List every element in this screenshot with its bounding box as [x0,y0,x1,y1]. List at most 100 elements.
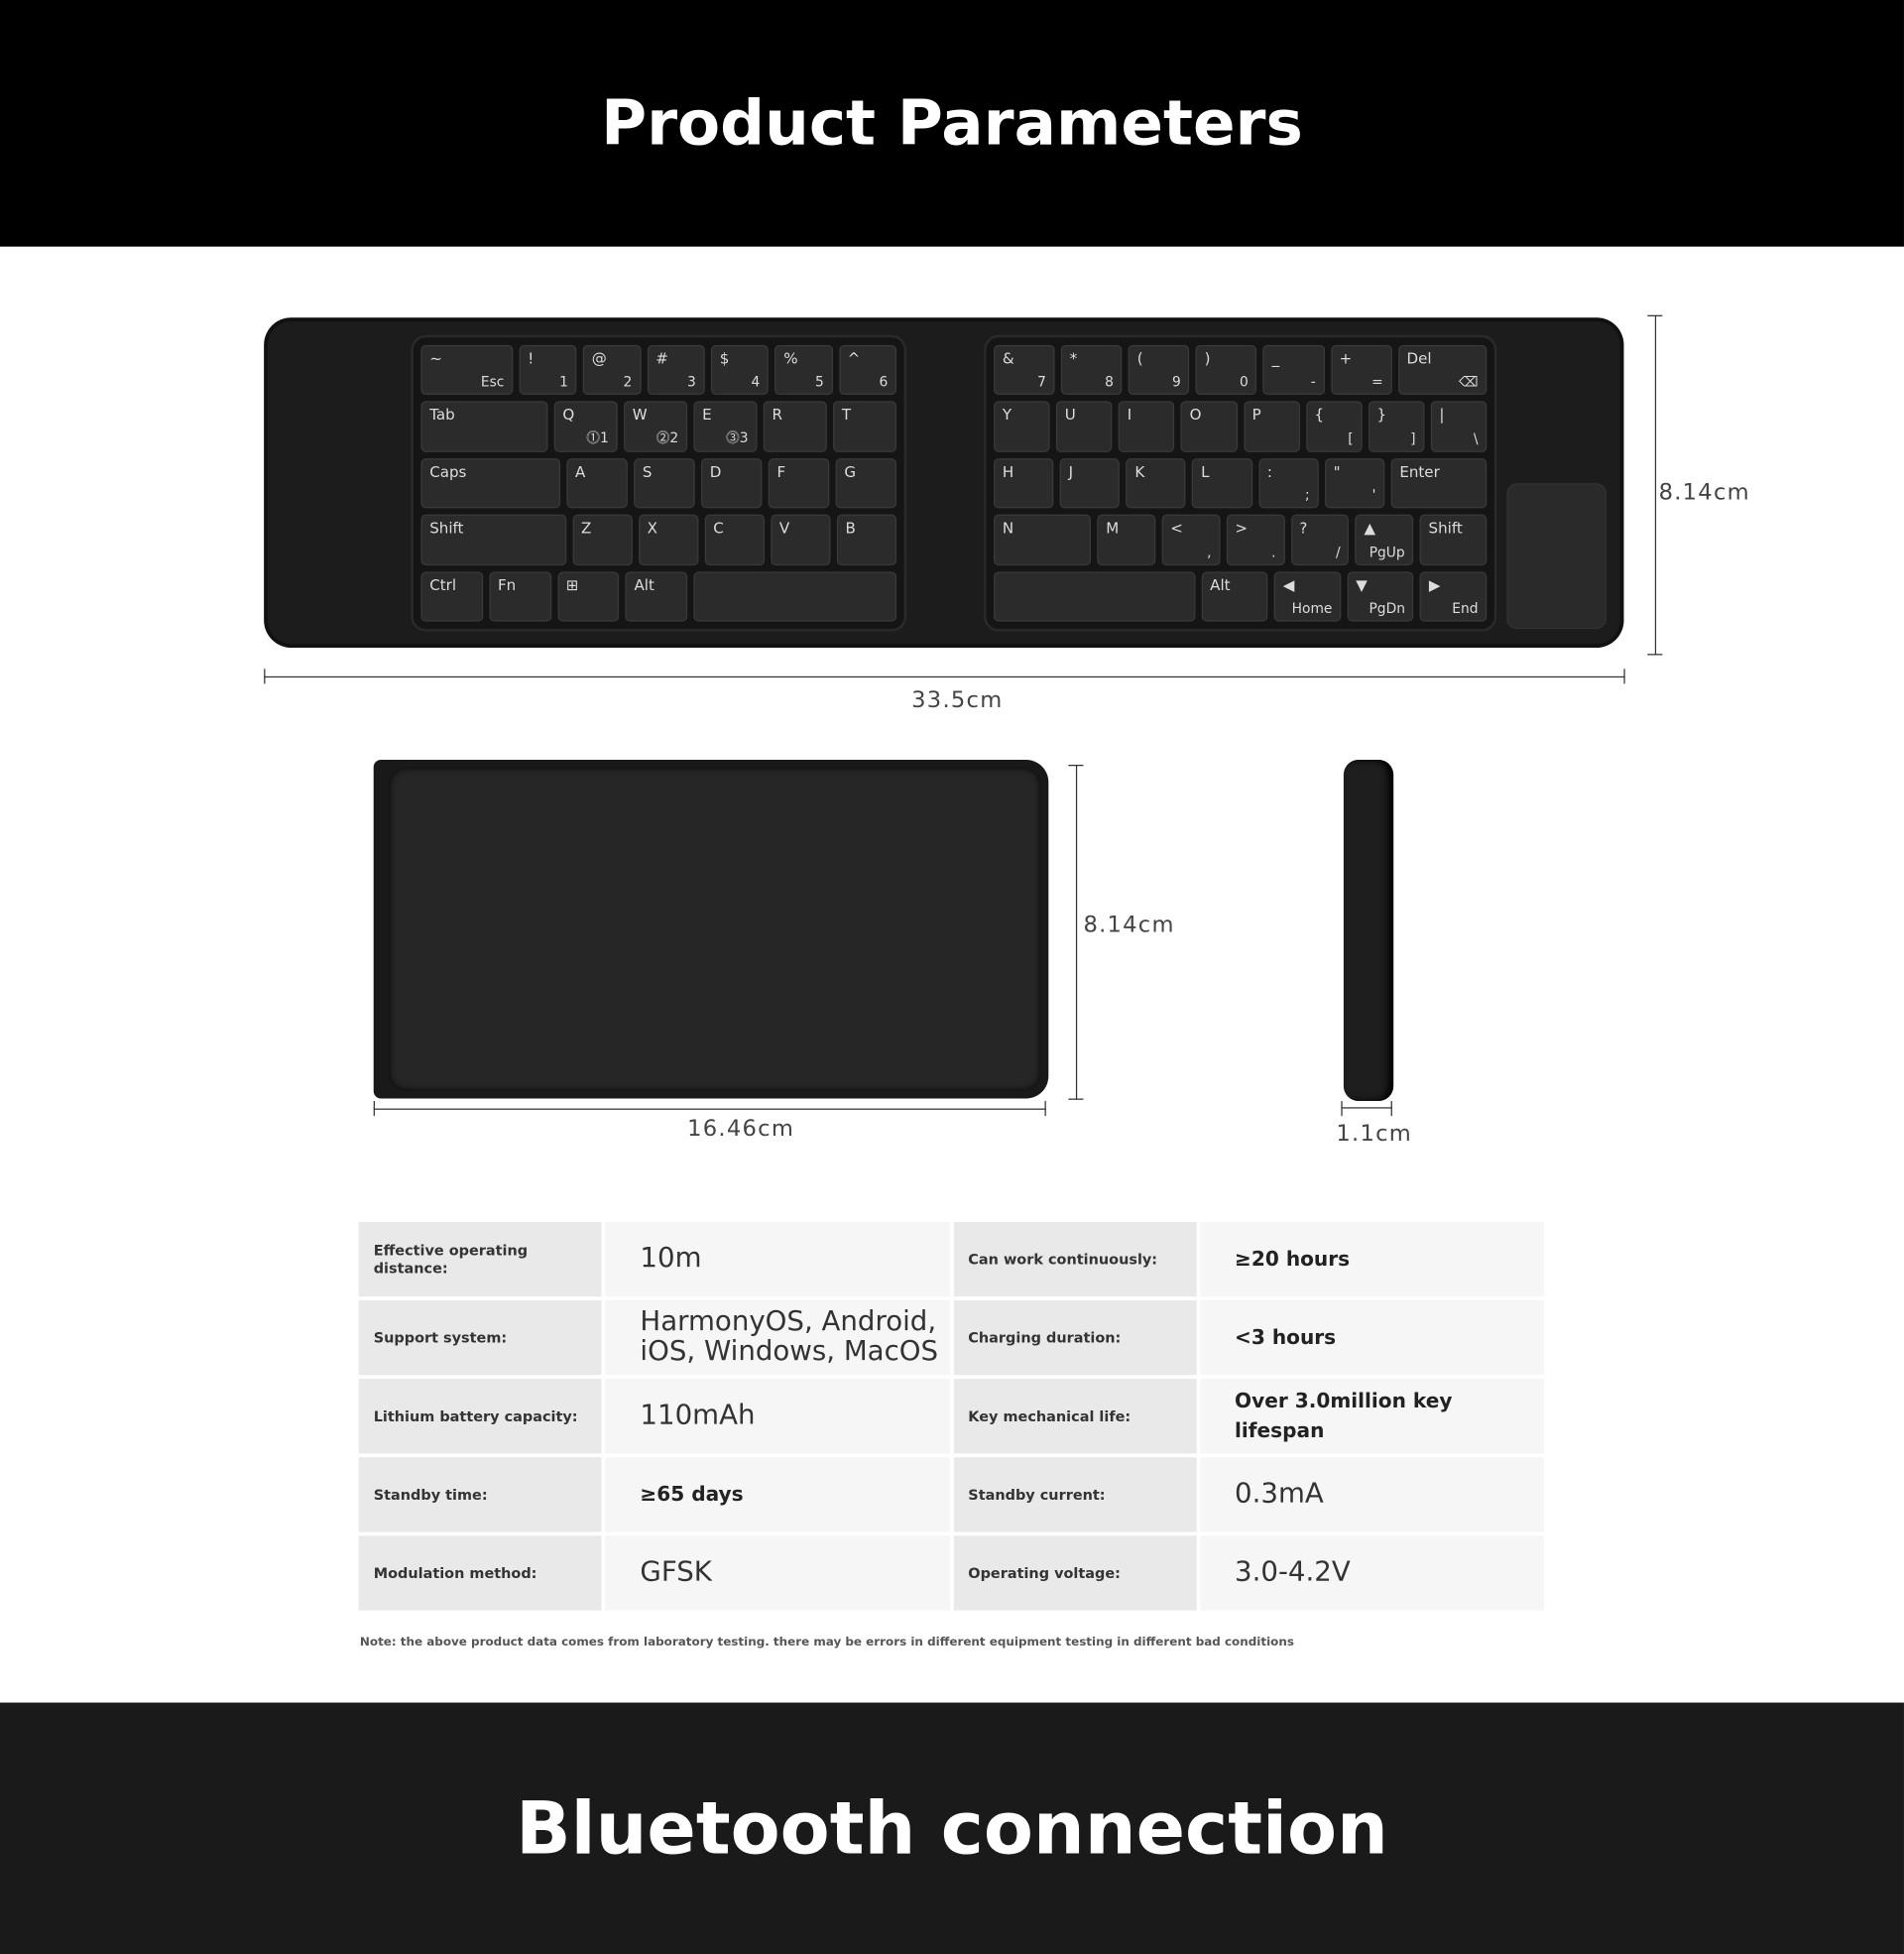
height-dimension-line [1654,314,1657,656]
key-label: O [1189,406,1202,425]
key[interactable]: A [566,457,628,509]
key[interactable]: Alt [625,570,688,622]
key[interactable]: T [833,401,897,452]
key[interactable] [994,570,1196,622]
key[interactable]: :; [1258,457,1319,509]
key[interactable]: I [1118,401,1175,452]
key[interactable]: G [835,457,897,509]
key[interactable]: Del ⌫ [1397,344,1488,396]
spec-label: Modulation method: [358,1535,602,1611]
key[interactable]: ? / [1290,514,1350,565]
spec-label: Standby current: [953,1457,1197,1532]
key[interactable]: B [836,514,897,565]
key[interactable]: Shift [1419,514,1488,565]
dimension-cap [373,1101,375,1117]
key[interactable]: L [1192,457,1252,509]
key[interactable]: ~ Esc [420,344,514,396]
key-label: { [1314,406,1325,425]
folded-height-label: 8.14cm [1083,912,1175,938]
key-label: ▶ [1428,575,1441,594]
key[interactable]: Z [572,514,633,565]
key-label: Shift [1428,519,1463,538]
key[interactable]: Tab [420,401,548,452]
key[interactable]: S [634,457,695,509]
dimension-cap [1647,654,1663,656]
key[interactable]: U [1055,401,1113,452]
key-sublabel: 6 [879,374,889,391]
key[interactable]: Caps [420,457,560,509]
key[interactable]: " ' [1324,457,1385,509]
key-label: D [709,462,722,481]
key[interactable]: | \ [1430,401,1488,452]
key-row: & 7 * 8(9) 0 _ - + = Del ⌫ [994,344,1488,396]
key[interactable]: $4 [710,344,770,396]
key[interactable]: >. [1226,514,1285,565]
key[interactable] [693,570,897,622]
key[interactable]: * 8 [1060,344,1123,396]
dimension-cap [1623,669,1625,684]
key[interactable]: Fn [489,570,551,622]
key[interactable]: & 7 [994,344,1055,396]
key-label: ▼ [1356,575,1368,594]
key[interactable]: #3 [647,344,705,396]
key[interactable]: Y [994,401,1050,452]
key[interactable]: C [704,514,765,565]
key[interactable]: Q ⓵1 [553,401,618,452]
key[interactable]: Ctrl [420,570,483,622]
key[interactable]: % 5 [774,344,833,396]
dimension-cap [1068,764,1084,767]
key[interactable]: ▼ PgDn [1347,570,1414,622]
key[interactable]: F [768,457,830,509]
key[interactable]: ⊞ [556,570,620,622]
key-sublabel: 5 [815,374,824,391]
key[interactable]: ▲ PgUp [1355,514,1414,565]
key[interactable]: _ - [1262,344,1325,396]
keyboard-left-half: ~ Esc! 1 @2 #3 $4% 5 ^ 6 Tab Q ⓵1 W ⓶2 E ⓷3 R T Caps A S D F G S… [411,334,907,632]
key[interactable]: O [1180,401,1238,452]
key[interactable]: ▶ End [1420,570,1488,622]
key[interactable]: P [1243,401,1300,452]
key[interactable]: ! 1 [519,344,577,396]
folded-width-label: 16.46cm [687,1116,795,1143]
key[interactable]: Alt [1201,570,1268,622]
key-label: Z [580,519,592,538]
key[interactable]: @2 [582,344,642,396]
key[interactable]: + = [1330,344,1392,396]
key[interactable]: D [700,457,763,509]
key[interactable]: X [638,514,699,565]
key-label: % [783,349,798,368]
key-label: Enter [1399,462,1440,481]
key[interactable]: E ⓷3 [693,401,758,452]
key[interactable]: R [763,401,827,452]
key[interactable]: ^ 6 [838,344,897,396]
key[interactable]: Enter [1390,457,1488,509]
key-sublabel: 2 [623,374,633,391]
dimension-cap [264,669,266,684]
key[interactable]: W ⓶2 [623,401,688,452]
key[interactable]: K [1126,457,1187,509]
section-footer: Bluetooth connection [0,1702,1904,1954]
key-label: P [1251,406,1261,425]
key[interactable]: J [1059,457,1121,509]
key[interactable]: (9 [1128,344,1190,396]
spec-row: Lithium battery capacity: 110mAh Key mecha… [358,1379,1545,1454]
key-label: @ [591,349,607,368]
touchpad [1506,483,1606,630]
spec-label: Effective operating distance: [358,1221,602,1297]
key[interactable]: ◀ Home [1273,570,1342,622]
key-label: T [841,406,852,425]
key[interactable]: M [1097,514,1156,565]
key[interactable]: ) 0 [1195,344,1257,396]
key[interactable]: {[ [1305,401,1363,452]
key-label: Caps [429,462,467,481]
key[interactable]: V [771,514,831,565]
key[interactable]: <, [1161,514,1221,565]
key[interactable]: H [994,457,1054,509]
key[interactable]: Shift [420,514,566,565]
key[interactable]: N [994,514,1092,565]
key[interactable]: }] [1368,401,1425,452]
key-sublabel: PgDn [1368,600,1405,617]
key-sublabel: , [1207,544,1212,560]
key-label: } [1376,406,1387,425]
key-label: Fn [497,575,517,594]
